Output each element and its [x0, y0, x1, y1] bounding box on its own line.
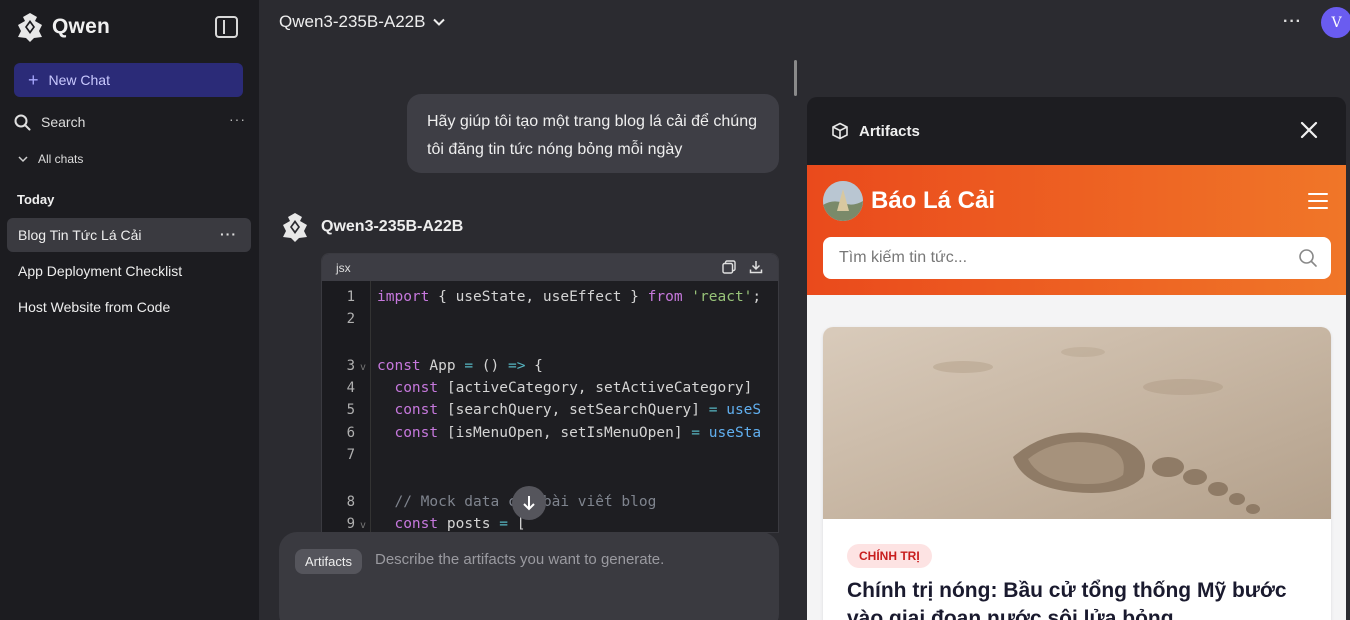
code-header: jsx [322, 254, 778, 281]
qwen-logo-icon [18, 13, 42, 42]
fold-chevron-icon[interactable]: v [360, 362, 366, 373]
code-line: const posts = [ [394, 516, 526, 532]
code-block: jsx 1 2 3 v 4 5 6 7 8 9 v import {useSt… [321, 253, 779, 533]
code-language: jsx [336, 260, 351, 275]
new-chat-label: New Chat [48, 72, 110, 88]
scroll-to-bottom-button[interactable] [512, 486, 546, 520]
code-line: const [activeCategory, setActiveCategory… [394, 380, 753, 396]
all-chats-label: All chats [38, 152, 84, 166]
chat-item[interactable]: Blog Tin Tức Lá Cải ··· [7, 218, 251, 252]
chevron-down-icon [18, 155, 28, 162]
line-number: 3 [346, 358, 355, 374]
category-badge[interactable]: CHÍNH TRỊ [847, 544, 932, 568]
site-search-input[interactable] [823, 237, 1331, 279]
model-name: Qwen3-235B-A22B [279, 12, 426, 31]
model-selector[interactable]: Qwen3-235B-A22B [279, 12, 446, 32]
composer-input[interactable] [375, 551, 755, 568]
chat-item-title: Blog Tin Tức Lá Cải [18, 227, 142, 243]
chat-item[interactable]: Host Website from Code [7, 290, 251, 324]
brand-name: Qwen [52, 15, 110, 38]
line-number: 9 [346, 516, 355, 532]
code-line: import { useState, useEffect } from 'rea… [377, 289, 762, 305]
article-image [823, 327, 1331, 519]
chat-item-title: Host Website from Code [18, 299, 171, 315]
artifact-preview: Báo Lá Cải Tìm kiếm tin tức... CHÍNH TRỊ… [807, 165, 1346, 620]
hamburger-icon[interactable] [1308, 193, 1328, 209]
article-card[interactable]: CHÍNH TRỊ Chính trị nóng: Bầu cử tổng th… [823, 327, 1331, 620]
cube-icon [832, 122, 848, 140]
artifacts-panel: Artifacts Báo Lá Cải Tìm kiếm tin tức...… [807, 97, 1346, 620]
code-line: const [isMenuOpen, setIsMenuOpen] = useS… [394, 425, 762, 441]
composer: Artifacts [279, 532, 779, 620]
app-window: Qwen + New Chat Search ··· All chats Tod… [0, 0, 1350, 620]
arrow-down-icon [523, 496, 535, 511]
code-line: const [searchQuery, setSearchQuery] = us… [394, 402, 762, 418]
download-icon[interactable] [749, 260, 763, 274]
chat-more-icon[interactable]: ··· [220, 226, 237, 242]
more-options-icon[interactable]: ··· [1283, 13, 1302, 31]
line-number: 1 [346, 289, 355, 305]
search-icon[interactable] [1298, 248, 1318, 268]
copy-icon[interactable] [722, 260, 736, 274]
chat-item[interactable]: App Deployment Checklist [7, 254, 251, 288]
line-number: 8 [346, 494, 355, 510]
search-icon [14, 114, 31, 130]
avatar[interactable]: V [1321, 7, 1350, 38]
chat-item-title: App Deployment Checklist [18, 263, 183, 279]
site-logo-image [823, 181, 863, 221]
code-line: const App = () => { [377, 358, 543, 374]
line-number: 6 [346, 425, 355, 441]
sidebar: Qwen + New Chat Search ··· All chats Tod… [0, 0, 259, 620]
artifacts-header: Artifacts [807, 97, 1346, 165]
plus-icon: + [28, 70, 39, 90]
qwen-logo-icon [283, 213, 307, 242]
assistant-header: Qwen3-235B-A22B [279, 211, 463, 243]
line-number: 4 [346, 380, 355, 396]
artifacts-chip[interactable]: Artifacts [295, 549, 362, 574]
site-logo[interactable] [823, 181, 863, 221]
line-number: 5 [346, 402, 355, 418]
user-message: Hãy giúp tôi tạo một trang blog lá cải đ… [407, 94, 779, 173]
search-button[interactable]: Search ··· [14, 111, 246, 133]
assistant-name: Qwen3-235B-A22B [321, 218, 464, 235]
new-chat-button[interactable]: + New Chat [14, 63, 243, 97]
scrollbar[interactable] [794, 60, 797, 96]
site-header: Báo Lá Cải [807, 165, 1346, 295]
line-number: 7 [346, 447, 355, 463]
site-title: Báo Lá Cải [871, 187, 996, 214]
line-number: 2 [346, 311, 355, 327]
search-more-icon[interactable]: ··· [229, 111, 246, 127]
code-editor: 1 2 3 v 4 5 6 7 8 9 v import { useState,… [322, 281, 778, 532]
fold-chevron-icon[interactable]: v [360, 520, 366, 531]
artifacts-title: Artifacts [859, 122, 920, 140]
brand[interactable]: Qwen [14, 11, 110, 43]
search-label: Search [41, 114, 86, 130]
article-title[interactable]: Chính trị nóng: Bầu cử tổng thống Mỹ bướ… [847, 577, 1317, 620]
close-icon[interactable] [1298, 119, 1320, 141]
sidebar-toggle-icon[interactable] [215, 16, 238, 38]
chevron-down-icon [433, 18, 446, 26]
all-chats-toggle[interactable]: All chats [18, 152, 83, 166]
section-today-heading: Today [17, 192, 55, 207]
